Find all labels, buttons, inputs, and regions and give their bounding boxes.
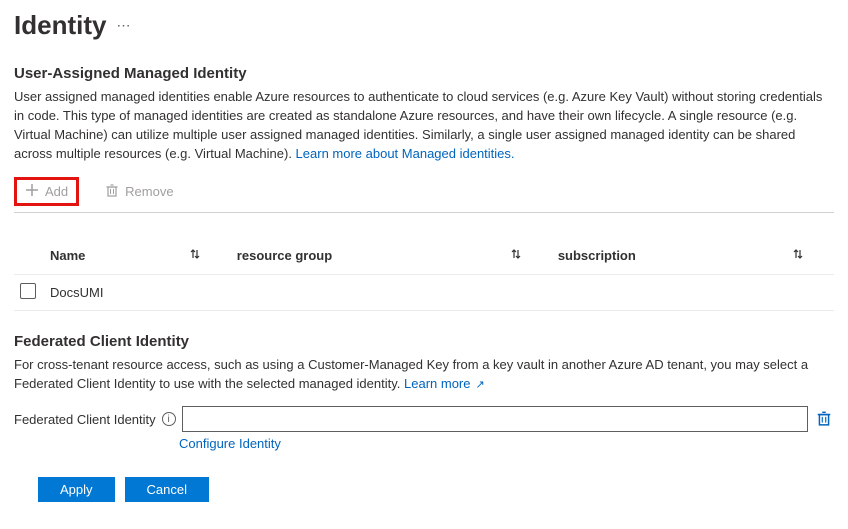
learn-more-managed-identities-link[interactable]: Learn more about Managed identities. xyxy=(296,146,515,161)
plus-icon xyxy=(25,183,39,200)
fci-description: For cross-tenant resource access, such a… xyxy=(14,356,834,394)
remove-button[interactable]: Remove xyxy=(97,180,181,203)
learn-more-fci-link[interactable]: Learn more ↗ xyxy=(404,376,485,391)
apply-button[interactable]: Apply xyxy=(38,477,115,502)
col-rg: resource group xyxy=(237,248,332,263)
remove-label: Remove xyxy=(125,184,173,199)
cell-name: DocsUMI xyxy=(44,275,231,311)
row-checkbox[interactable] xyxy=(20,283,36,299)
identities-table: Name resource group subscription DocsU xyxy=(14,239,834,311)
cancel-button[interactable]: Cancel xyxy=(125,477,209,502)
col-sub: subscription xyxy=(558,248,636,263)
info-icon[interactable]: i xyxy=(162,412,176,426)
fci-input[interactable] xyxy=(182,406,808,432)
trash-icon xyxy=(105,183,119,200)
uami-toolbar: Add Remove xyxy=(14,173,834,213)
add-label: Add xyxy=(45,184,68,199)
sort-icon[interactable] xyxy=(792,247,804,264)
fci-field-label: Federated Client Identity xyxy=(14,412,156,427)
sort-icon[interactable] xyxy=(510,247,522,264)
sort-icon[interactable] xyxy=(189,247,201,264)
external-link-icon: ↗ xyxy=(472,379,484,391)
table-row[interactable]: DocsUMI xyxy=(14,275,834,311)
col-name: Name xyxy=(50,248,85,263)
clear-fci-button[interactable] xyxy=(814,408,834,431)
page-title: Identity xyxy=(14,10,106,41)
uami-description: User assigned managed identities enable … xyxy=(14,88,834,163)
more-icon[interactable]: ⋯ xyxy=(116,17,130,34)
uami-heading: User-Assigned Managed Identity xyxy=(14,65,834,82)
configure-identity-link[interactable]: Configure Identity xyxy=(179,436,281,451)
fci-heading: Federated Client Identity xyxy=(14,333,834,350)
add-button[interactable]: Add xyxy=(14,177,79,206)
